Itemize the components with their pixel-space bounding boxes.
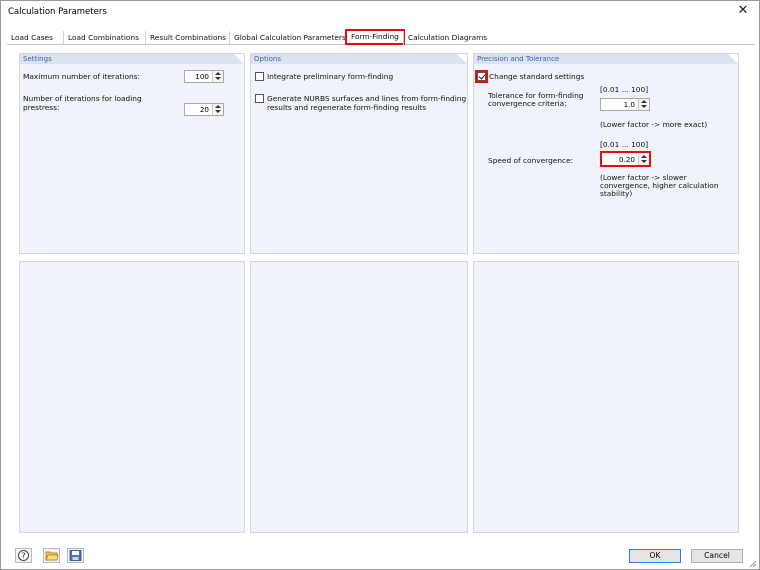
tab-load-cases[interactable]: Load Cases (7, 31, 57, 45)
integrate-preliminary-label: Integrate preliminary form-finding (267, 72, 394, 81)
svg-text:?: ? (21, 551, 25, 560)
open-folder-icon (45, 551, 59, 561)
tab-bar: Load Cases Load Combinations Result Comb… (7, 29, 755, 45)
empty-panel-middle (250, 261, 468, 533)
generate-nurbs-checkbox[interactable] (255, 94, 264, 103)
help-icon: ? (18, 550, 29, 561)
max-iterations-spin-arrows[interactable] (212, 71, 223, 82)
open-button[interactable] (43, 548, 60, 563)
speed-of-convergence-label: Speed of convergence: (488, 156, 574, 165)
tolerance-spin-arrows[interactable] (638, 99, 649, 110)
settings-panel: Settings Maximum number of iterations: 1… (19, 53, 245, 254)
save-button[interactable] (67, 548, 84, 563)
bottom-button-bar: ? OK Cancel (1, 544, 759, 570)
max-iterations-label: Maximum number of iterations: (23, 72, 140, 81)
tolerance-spinner[interactable]: 1.0 (600, 98, 650, 111)
options-panel-title: Options (254, 55, 282, 63)
precision-panel-title: Precision and Tolerance (477, 55, 560, 63)
tolerance-range: [0.01 ... 100] (600, 85, 649, 94)
loading-prestress-label-line1: Number of iterations for loading (23, 94, 142, 103)
speed-range: [0.01 ... 100] (600, 140, 649, 149)
calculation-parameters-dialog: Calculation Parameters ✕ Load Cases Load… (0, 0, 760, 570)
loading-prestress-spinner[interactable]: 20 (184, 103, 224, 116)
save-icon (69, 550, 82, 561)
tab-global-calculation-parameters[interactable]: Global Calculation Parameters (229, 31, 350, 45)
settings-panel-title: Settings (23, 55, 52, 63)
empty-panel-left (19, 261, 245, 533)
tolerance-hint: (Lower factor -> more exact) (600, 120, 708, 129)
tab-form-finding[interactable]: Form-Finding (345, 29, 405, 45)
precision-panel-header: Precision and Tolerance (474, 54, 738, 64)
title-bar: Calculation Parameters ✕ (1, 1, 759, 23)
help-button[interactable]: ? (15, 548, 32, 563)
integrate-preliminary-checkbox[interactable] (255, 72, 264, 81)
resize-grip-icon[interactable] (749, 560, 757, 568)
change-standard-settings-checkbox[interactable] (477, 72, 486, 81)
settings-panel-header: Settings (20, 54, 244, 64)
change-standard-settings-label: Change standard settings (489, 72, 585, 81)
ok-button[interactable]: OK (629, 549, 681, 563)
generate-nurbs-label-line2: results and regenerate form-finding resu… (267, 103, 427, 112)
generate-nurbs-label-line1: Generate NURBS surfaces and lines from f… (267, 94, 467, 103)
dialog-title: Calculation Parameters (8, 7, 107, 17)
max-iterations-spinner[interactable]: 100 (184, 70, 224, 83)
tab-calculation-diagrams[interactable]: Calculation Diagrams (403, 31, 491, 45)
speed-spin-arrows[interactable] (638, 154, 649, 165)
precision-tolerance-panel: Precision and Tolerance Change standard … (473, 53, 739, 254)
tolerance-value[interactable]: 1.0 (624, 100, 635, 110)
close-button[interactable]: ✕ (735, 3, 751, 19)
loading-prestress-value[interactable]: 20 (200, 105, 209, 115)
speed-of-convergence-spinner[interactable]: 0.20 (600, 151, 651, 167)
max-iterations-value[interactable]: 100 (195, 72, 209, 82)
tab-load-combinations[interactable]: Load Combinations (63, 31, 143, 45)
empty-panel-right (473, 261, 739, 533)
loading-prestress-spin-arrows[interactable] (212, 104, 223, 115)
speed-hint-line3: stability) (600, 189, 633, 198)
cancel-button[interactable]: Cancel (691, 549, 743, 563)
loading-prestress-label-line2: prestress: (23, 103, 60, 112)
options-panel-header: Options (251, 54, 467, 64)
speed-of-convergence-value[interactable]: 0.20 (619, 155, 635, 165)
tolerance-label-line2: convergence criteria: (488, 99, 567, 108)
tab-result-combinations[interactable]: Result Combinations (145, 31, 230, 45)
options-panel: Options Integrate preliminary form-findi… (250, 53, 468, 254)
